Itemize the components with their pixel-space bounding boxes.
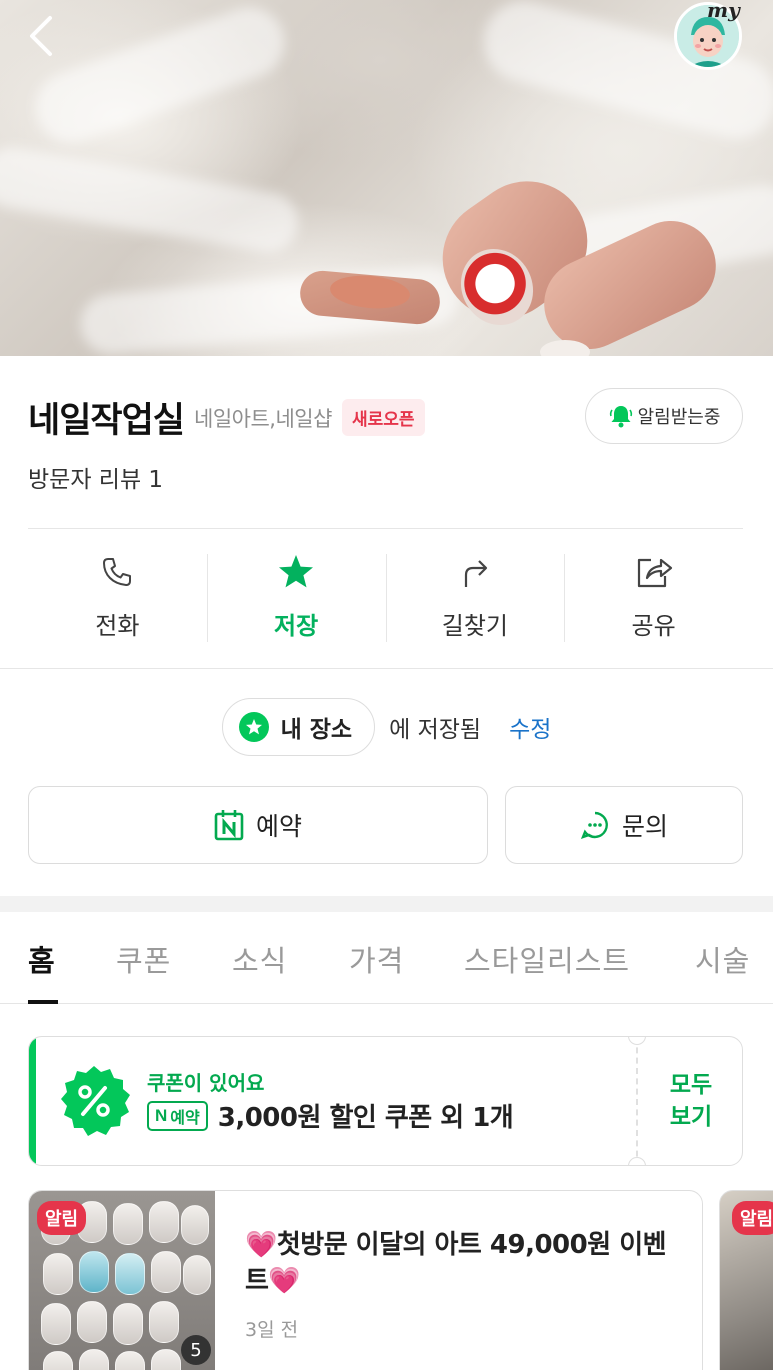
save-label: 저장 [274, 612, 319, 640]
news-thumbnail: 알림 5 [29, 1191, 215, 1370]
news-card[interactable]: 알림 5 💗첫방문 이달의 아트 49,000원 이벤트💗 3일 전 [28, 1190, 703, 1370]
bell-icon [609, 406, 632, 428]
tab-price[interactable]: 가격 [349, 938, 404, 980]
share-icon [637, 558, 672, 588]
coupon-view-all-button[interactable]: 모두 보기 [653, 1069, 729, 1133]
my-places-pill[interactable]: 내 장소 [221, 698, 376, 756]
divider [0, 668, 773, 669]
coupon-description: 3,000원 할인 쿠폰 외 1개 [217, 1103, 514, 1133]
tab-bar: 홈 쿠폰 소식 가격 스타일리스트 시술 [0, 912, 773, 1004]
section-separator [0, 896, 773, 912]
naver-n-icon: N [155, 1105, 168, 1125]
news-time: 3일 전 [245, 1319, 299, 1341]
coupon-notch-bottom [628, 1157, 646, 1165]
naver-reserve-badge: N 예약 [147, 1100, 208, 1131]
new-open-badge: 새로오픈 [341, 399, 425, 436]
share-button[interactable]: 공유 [564, 552, 743, 644]
phone-icon [103, 558, 132, 586]
news-title: 💗첫방문 이달의 아트 49,000원 이벤트💗 [245, 1230, 667, 1296]
star-icon [279, 555, 314, 588]
discount-badge-icon [57, 1064, 131, 1138]
image-count-badge: 5 [181, 1335, 211, 1365]
notice-badge: 알림 [732, 1201, 773, 1235]
share-label: 공유 [631, 612, 676, 640]
view-all-line2: 보기 [669, 1104, 713, 1130]
my-places-label: 내 장소 [280, 717, 353, 743]
coupon-dashed-divider [636, 1037, 638, 1165]
notification-button[interactable]: 알림받는중 [585, 388, 743, 444]
place-name: 네일작업실 [28, 401, 185, 441]
tab-news[interactable]: 소식 [232, 938, 287, 980]
coupon-line: N 예약 3,000원 할인 쿠폰 외 1개 [147, 1097, 514, 1134]
coupon-card[interactable]: 쿠폰이 있어요 N 예약 3,000원 할인 쿠폰 외 1개 모두 보기 [28, 1036, 743, 1166]
directions-icon [464, 560, 487, 587]
calendar-n-icon [214, 810, 244, 841]
place-category: 네일아트,네일샵 [194, 406, 332, 431]
divider [28, 528, 743, 529]
directions-label: 길찾기 [441, 612, 508, 640]
action-bar: 전화 저장 길찾기 공유 [28, 552, 743, 644]
call-button[interactable]: 전화 [28, 552, 207, 644]
tab-stylist[interactable]: 스타일리스트 [464, 938, 630, 980]
reserve-button[interactable]: 예약 [28, 786, 488, 864]
coupon-accent-bar [29, 1037, 36, 1165]
call-label: 전화 [95, 612, 140, 640]
visitor-review-count[interactable]: 방문자 리뷰 1 [28, 460, 163, 494]
my-label: my [707, 0, 740, 22]
hero-photo: my [0, 0, 773, 356]
coupon-notch-top [628, 1037, 646, 1045]
notice-badge: 알림 [37, 1201, 87, 1235]
tab-treatment[interactable]: 시술 [695, 938, 750, 980]
chat-bubble-icon [580, 811, 608, 839]
view-all-line1: 모두 [669, 1072, 713, 1098]
edit-link[interactable]: 수정 [509, 710, 551, 744]
saved-status-row: 내 장소 에 저장됨 수정 [0, 698, 773, 756]
star-circle-icon [238, 712, 269, 742]
active-tab-indicator [28, 1000, 58, 1004]
inquire-button[interactable]: 문의 [505, 786, 743, 864]
tab-home[interactable]: 홈 [28, 938, 56, 980]
chevron-left-icon [30, 16, 52, 56]
naver-reserve-label: 예약 [170, 1107, 200, 1127]
notification-label: 알림받는중 [637, 407, 721, 428]
directions-button[interactable]: 길찾기 [385, 552, 565, 644]
tab-coupon[interactable]: 쿠폰 [116, 938, 171, 980]
place-title-row: 네일작업실 네일아트,네일샵 새로오픈 [28, 392, 425, 443]
back-button[interactable] [22, 14, 62, 58]
reserve-label: 예약 [255, 812, 302, 841]
news-card-next[interactable]: 알림 [719, 1190, 773, 1370]
saved-text: 에 저장됨 [389, 717, 482, 743]
save-button[interactable]: 저장 [206, 552, 386, 644]
coupon-title: 쿠폰이 있어요 [147, 1071, 265, 1095]
inquire-label: 문의 [621, 812, 668, 841]
